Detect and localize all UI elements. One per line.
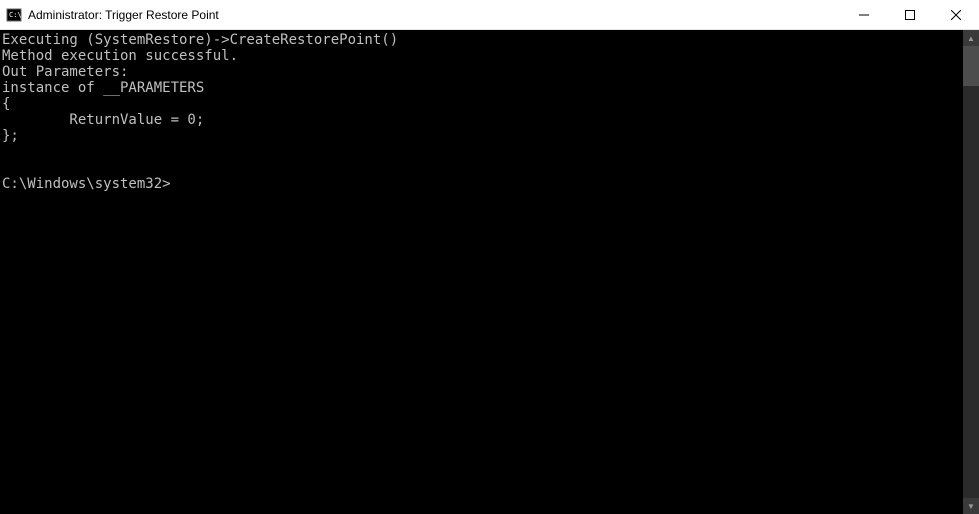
cmd-icon: C:\ — [6, 7, 22, 23]
console-line: Method execution successful. — [2, 48, 238, 64]
maximize-icon — [905, 10, 915, 20]
console-line: ReturnValue = 0; — [2, 112, 204, 128]
minimize-button[interactable] — [841, 0, 887, 29]
window-title: Administrator: Trigger Restore Point — [28, 8, 219, 22]
scroll-down-arrow[interactable]: ▼ — [963, 498, 979, 514]
console-line: }; — [2, 128, 19, 144]
scroll-thumb[interactable] — [963, 46, 979, 86]
console-line: instance of __PARAMETERS — [2, 80, 204, 96]
close-button[interactable] — [933, 0, 979, 29]
titlebar-left: C:\ Administrator: Trigger Restore Point — [0, 7, 841, 23]
console-line: Executing (SystemRestore)->CreateRestore… — [2, 32, 398, 48]
maximize-button[interactable] — [887, 0, 933, 29]
console-output: Executing (SystemRestore)->CreateRestore… — [0, 30, 963, 514]
titlebar: C:\ Administrator: Trigger Restore Point — [0, 0, 979, 30]
window-controls — [841, 0, 979, 29]
close-icon — [951, 10, 961, 20]
console-line: Out Parameters: — [2, 64, 128, 80]
scroll-up-arrow[interactable]: ▲ — [963, 30, 979, 46]
console-prompt: C:\Windows\system32> — [2, 176, 171, 192]
console-line: { — [2, 96, 10, 112]
minimize-icon — [859, 10, 869, 20]
svg-text:C:\: C:\ — [9, 11, 22, 19]
vertical-scrollbar[interactable]: ▲ ▼ — [963, 30, 979, 514]
console-area[interactable]: Executing (SystemRestore)->CreateRestore… — [0, 30, 979, 514]
